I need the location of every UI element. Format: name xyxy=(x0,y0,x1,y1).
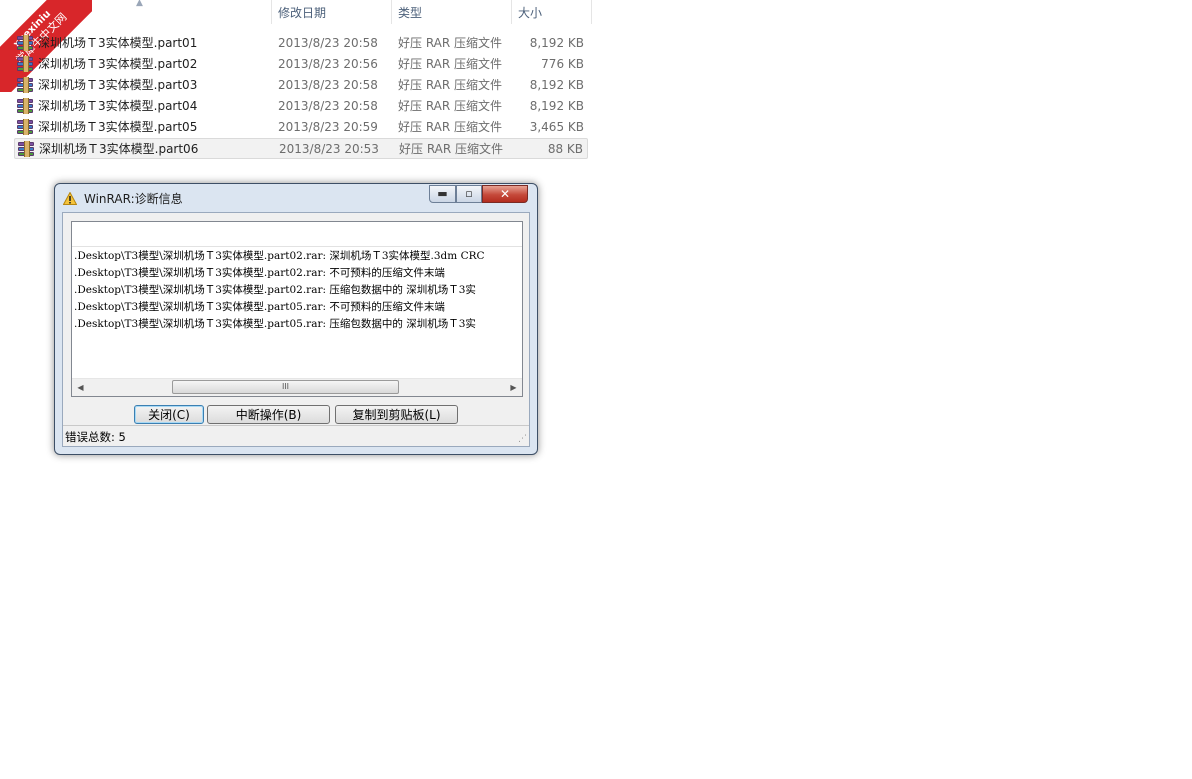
close-window-button[interactable]: ✕ xyxy=(482,185,528,203)
file-size: 8,192 KB xyxy=(529,78,584,92)
file-type: 好压 RAR 压缩文件 xyxy=(398,78,503,92)
file-type: 好压 RAR 压缩文件 xyxy=(398,99,503,113)
diagnostic-log-box[interactable]: .Desktop\T3模型\深圳机场Ｔ3实体模型.part02.rar: 深圳机… xyxy=(71,221,523,397)
minimize-icon: ▬ xyxy=(437,187,448,200)
error-count-text: 错误总数: 5 xyxy=(65,430,126,444)
file-size: 776 KB xyxy=(541,57,584,71)
file-type: 好压 RAR 压缩文件 xyxy=(398,36,503,50)
column-header-date-label: 修改日期 xyxy=(278,6,327,20)
log-line: .Desktop\T3模型\深圳机场Ｔ3实体模型.part02.rar: 不可预… xyxy=(74,267,445,279)
scrollbar-thumb[interactable]: III xyxy=(172,380,399,394)
log-line: .Desktop\T3模型\深圳机场Ｔ3实体模型.part05.rar: 压缩包… xyxy=(74,318,476,330)
scroll-left-arrow-icon[interactable]: ◀ xyxy=(72,379,89,396)
file-type: 好压 RAR 压缩文件 xyxy=(399,142,504,156)
file-row[interactable]: 深圳机场Ｔ3实体模型.part02 2013/8/23 20:56 好压 RAR… xyxy=(14,54,588,75)
file-type: 好压 RAR 压缩文件 xyxy=(398,120,503,134)
rar-archive-icon xyxy=(17,119,33,135)
dialog-titlebar[interactable]: WinRAR:诊断信息 ▬ ▫ ✕ xyxy=(55,184,537,212)
log-line: .Desktop\T3模型\深圳机场Ｔ3实体模型.part02.rar: 深圳机… xyxy=(74,250,485,262)
file-row[interactable]: 深圳机场Ｔ3实体模型.part03 2013/8/23 20:58 好压 RAR… xyxy=(14,75,588,96)
file-name: 深圳机场Ｔ3实体模型.part03 xyxy=(38,78,198,92)
maximize-icon: ▫ xyxy=(465,187,473,200)
log-line: .Desktop\T3模型\深圳机场Ｔ3实体模型.part05.rar: 不可预… xyxy=(74,301,445,313)
file-name: 深圳机场Ｔ3实体模型.part05 xyxy=(38,120,198,134)
file-name: 深圳机场Ｔ3实体模型.part06 xyxy=(39,142,199,156)
column-header-type-label: 类型 xyxy=(398,6,423,20)
file-date: 2013/8/23 20:58 xyxy=(278,78,378,92)
file-date: 2013/8/23 20:53 xyxy=(279,142,379,156)
scroll-right-arrow-icon[interactable]: ▶ xyxy=(505,379,522,396)
file-size: 88 KB xyxy=(547,142,583,156)
column-header-name[interactable] xyxy=(0,0,272,24)
rar-archive-icon xyxy=(17,35,33,51)
file-date: 2013/8/23 20:56 xyxy=(278,57,378,71)
dialog-client-area: .Desktop\T3模型\深圳机场Ｔ3实体模型.part02.rar: 深圳机… xyxy=(62,212,530,447)
rar-archive-icon xyxy=(17,98,33,114)
log-line: .Desktop\T3模型\深圳机场Ｔ3实体模型.part02.rar: 压缩包… xyxy=(74,284,476,296)
file-type: 好压 RAR 压缩文件 xyxy=(398,57,503,71)
maximize-button[interactable]: ▫ xyxy=(456,185,482,203)
close-icon: ✕ xyxy=(499,187,511,201)
copy-to-clipboard-button[interactable]: 复制到剪贴板(L) xyxy=(335,405,458,424)
resize-grip-icon[interactable]: ⋰ xyxy=(517,434,527,444)
rar-archive-icon xyxy=(18,141,34,157)
file-row[interactable]: 深圳机场Ｔ3实体模型.part01 2013/8/23 20:58 好压 RAR… xyxy=(14,33,588,54)
file-date: 2013/8/23 20:59 xyxy=(278,120,378,134)
close-button[interactable]: 关闭(C) xyxy=(134,405,204,424)
file-size: 3,465 KB xyxy=(529,120,584,134)
column-header-size[interactable]: 大小 xyxy=(512,0,592,24)
horizontal-scrollbar[interactable]: ◀ III ▶ xyxy=(72,378,522,396)
log-header-strip xyxy=(72,222,522,247)
rar-archive-icon xyxy=(17,56,33,72)
file-name: 深圳机场Ｔ3实体模型.part01 xyxy=(38,36,198,50)
file-name: 深圳机场Ｔ3实体模型.part04 xyxy=(38,99,198,113)
warning-icon xyxy=(63,192,77,205)
dialog-title: WinRAR:诊断信息 xyxy=(84,192,183,206)
log-lines: .Desktop\T3模型\深圳机场Ｔ3实体模型.part02.rar: 深圳机… xyxy=(74,248,522,333)
file-row[interactable]: 深圳机场Ｔ3实体模型.part04 2013/8/23 20:58 好压 RAR… xyxy=(14,96,588,117)
file-row-selected[interactable]: 深圳机场Ｔ3实体模型.part06 2013/8/23 20:53 好压 RAR… xyxy=(14,138,588,159)
rar-archive-icon xyxy=(17,77,33,93)
file-date: 2013/8/23 20:58 xyxy=(278,99,378,113)
status-bar: 错误总数: 5 ⋰ xyxy=(63,425,529,446)
column-header-type[interactable]: 类型 xyxy=(392,0,512,24)
abort-operation-button[interactable]: 中断操作(B) xyxy=(207,405,330,424)
file-name: 深圳机场Ｔ3实体模型.part02 xyxy=(38,57,198,71)
file-row[interactable]: 深圳机场Ｔ3实体模型.part05 2013/8/23 20:59 好压 RAR… xyxy=(14,117,588,138)
file-size: 8,192 KB xyxy=(529,36,584,50)
minimize-button[interactable]: ▬ xyxy=(429,185,456,203)
file-size: 8,192 KB xyxy=(529,99,584,113)
winrar-diagnostic-dialog: WinRAR:诊断信息 ▬ ▫ ✕ .Desktop\T3模型\深圳机场Ｔ3实体… xyxy=(54,183,538,455)
column-header-size-label: 大小 xyxy=(518,6,543,20)
column-header-date[interactable]: 修改日期 xyxy=(272,0,392,24)
file-date: 2013/8/23 20:58 xyxy=(278,36,378,50)
